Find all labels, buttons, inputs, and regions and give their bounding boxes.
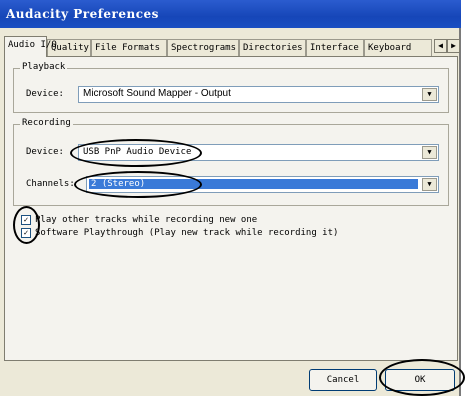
cancel-button[interactable]: Cancel xyxy=(309,369,377,391)
tab-spectrograms[interactable]: Spectrograms xyxy=(167,39,239,56)
preferences-dialog: Audacity Preferences Audio I/O Quality F… xyxy=(0,0,465,396)
audio-io-panel: Playback Device: Microsoft Sound Mapper … xyxy=(4,56,458,361)
playback-device-label: Device: xyxy=(26,89,64,99)
playback-group: Playback Device: Microsoft Sound Mapper … xyxy=(13,62,449,113)
tab-audio-io[interactable]: Audio I/O xyxy=(4,36,57,57)
software-playthrough-label: Software Playthrough (Play new track whi… xyxy=(35,228,339,238)
tab-directories[interactable]: Directories xyxy=(239,39,306,56)
tab-interface[interactable]: Interface xyxy=(306,39,364,56)
chevron-down-icon[interactable]: ▼ xyxy=(422,88,437,101)
recording-channels-select[interactable]: 2 (Stereo) ▼ xyxy=(86,176,439,193)
tab-strip: Audio I/O Quality File Formats Spectrogr… xyxy=(4,36,460,57)
tab-scroll-right-icon[interactable]: ▶ xyxy=(447,39,460,53)
recording-channels-label: Channels: xyxy=(26,179,75,189)
play-other-tracks-label: Play other tracks while recording new on… xyxy=(35,215,258,225)
tab-keyboard[interactable]: Keyboard xyxy=(364,39,432,56)
tab-scroll-left-icon[interactable]: ◀ xyxy=(434,39,447,53)
recording-device-label: Device: xyxy=(26,147,64,157)
recording-device-value: USB PnP Audio Device xyxy=(83,147,192,157)
chevron-down-icon[interactable]: ▼ xyxy=(422,178,437,191)
play-other-tracks-checkbox[interactable]: ✓ xyxy=(21,215,31,225)
recording-group: Recording Device: USB PnP Audio Device ▼… xyxy=(13,118,449,206)
playback-device-value: Microsoft Sound Mapper - Output xyxy=(83,88,231,99)
recording-device-select[interactable]: USB PnP Audio Device ▼ xyxy=(78,144,439,161)
chevron-down-icon[interactable]: ▼ xyxy=(422,146,437,159)
recording-channels-value: 2 (Stereo) xyxy=(89,179,418,189)
recording-group-title: Recording xyxy=(20,118,73,128)
playback-device-select[interactable]: Microsoft Sound Mapper - Output ▼ xyxy=(78,86,439,103)
playback-group-title: Playback xyxy=(20,62,68,72)
tab-file-formats[interactable]: File Formats xyxy=(91,39,167,56)
window-title: Audacity Preferences xyxy=(0,0,461,28)
ok-button[interactable]: OK xyxy=(385,369,455,391)
software-playthrough-checkbox[interactable]: ✓ xyxy=(21,228,31,238)
